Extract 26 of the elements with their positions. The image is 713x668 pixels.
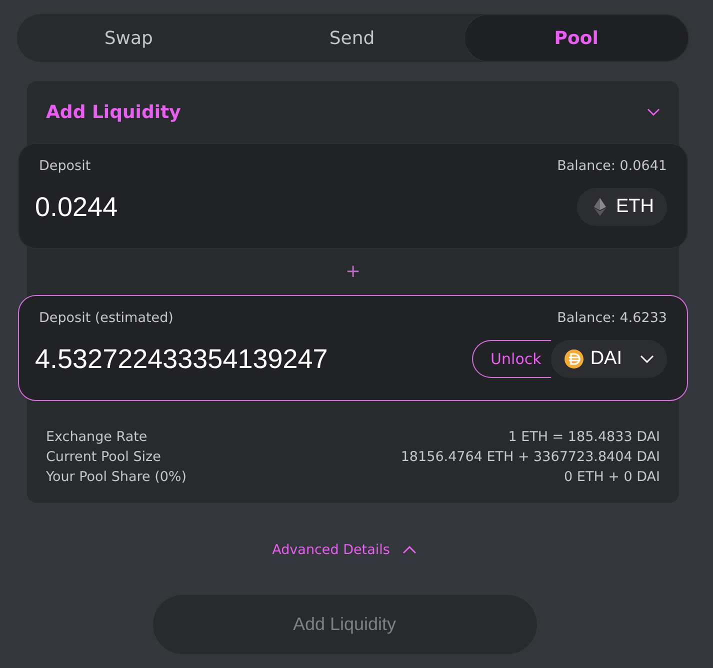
detail-label: Current Pool Size [46,449,162,465]
token-selector[interactable]: ETH [577,188,667,226]
amount-field[interactable]: 4.532722433354139247 [35,344,455,374]
tab[interactable]: Pool [464,14,689,62]
balance-text: Balance: 4.6233 [557,310,667,326]
detail-label: Exchange Rate [46,429,148,445]
section-header[interactable]: Add Liquidity [27,81,679,143]
coin-icon [564,349,584,369]
detail-value: 18156.4764 ETH + 3367723.8404 DAI [400,449,660,465]
plus-icon: + [27,262,679,282]
token-selector[interactable]: DAI [551,340,667,378]
detail-value: 0 ETH + 0 DAI [563,469,660,485]
input-label: Deposit [39,158,91,174]
unlock-button[interactable]: Unlock [472,340,552,378]
detail-value: 1 ETH = 185.4833 DAI [507,429,660,445]
amount-field[interactable]: 0.0244 [35,192,455,222]
token-symbol: DAI [590,348,622,370]
detail-label: Your Pool Share (0%) [46,469,188,485]
advanced-details-toggle[interactable]: Advanced Details [266,541,423,559]
tab[interactable]: Swap [17,14,240,62]
tab[interactable]: Send [240,14,464,62]
section-title: Add Liquidity [46,102,181,122]
input-label: Deposit (estimated) [39,310,174,326]
chevron-icon [640,355,654,363]
token-symbol: ETH [616,196,654,218]
balance-text: Balance: 0.0641 [557,158,667,174]
